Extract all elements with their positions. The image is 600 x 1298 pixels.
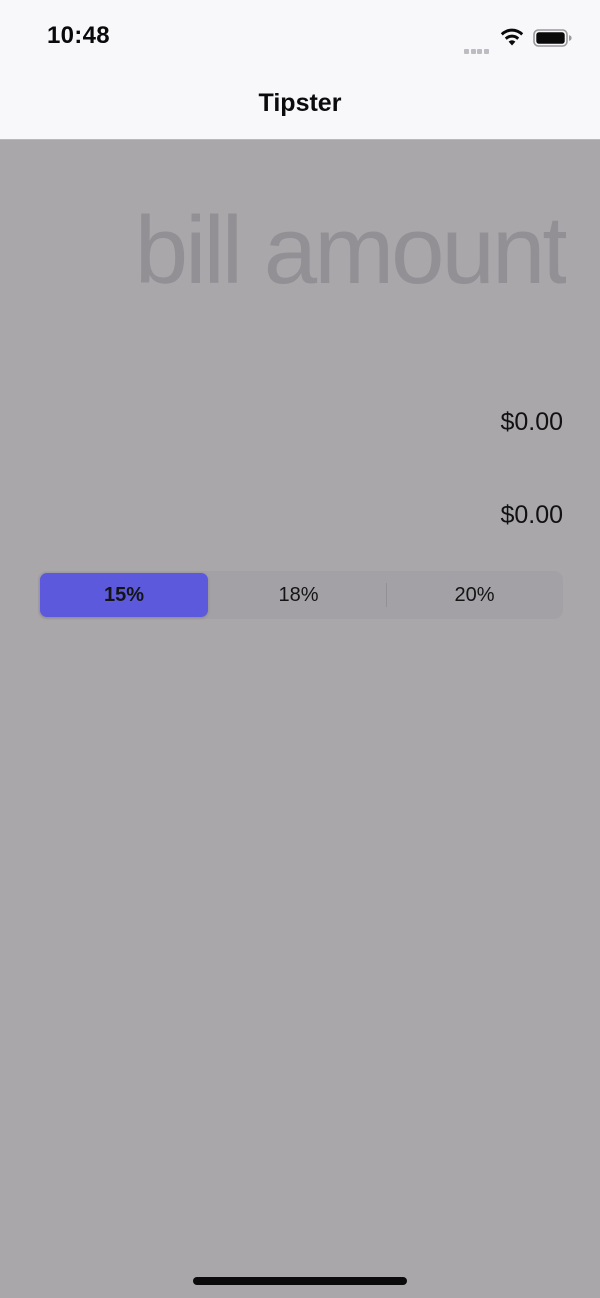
bill-amount-input[interactable]	[100, 196, 566, 306]
navigation-bar: 10:48 Tipster	[0, 0, 600, 140]
total-amount-label: $0.00	[500, 501, 563, 529]
segment-divider	[386, 583, 387, 607]
battery-icon	[533, 29, 572, 47]
status-time: 10:48	[47, 22, 110, 49]
home-indicator[interactable]	[193, 1277, 407, 1285]
tip-percentage-control[interactable]: 15% 18% 20%	[38, 571, 563, 619]
cellular-signal-icon	[464, 41, 492, 54]
tip-amount-label: $0.00	[500, 408, 563, 436]
tip-option-20[interactable]: 20%	[388, 573, 561, 617]
tip-option-18[interactable]: 18%	[212, 573, 385, 617]
tip-option-15[interactable]: 15%	[40, 573, 208, 617]
page-title: Tipster	[258, 89, 342, 117]
wifi-icon	[500, 28, 524, 46]
